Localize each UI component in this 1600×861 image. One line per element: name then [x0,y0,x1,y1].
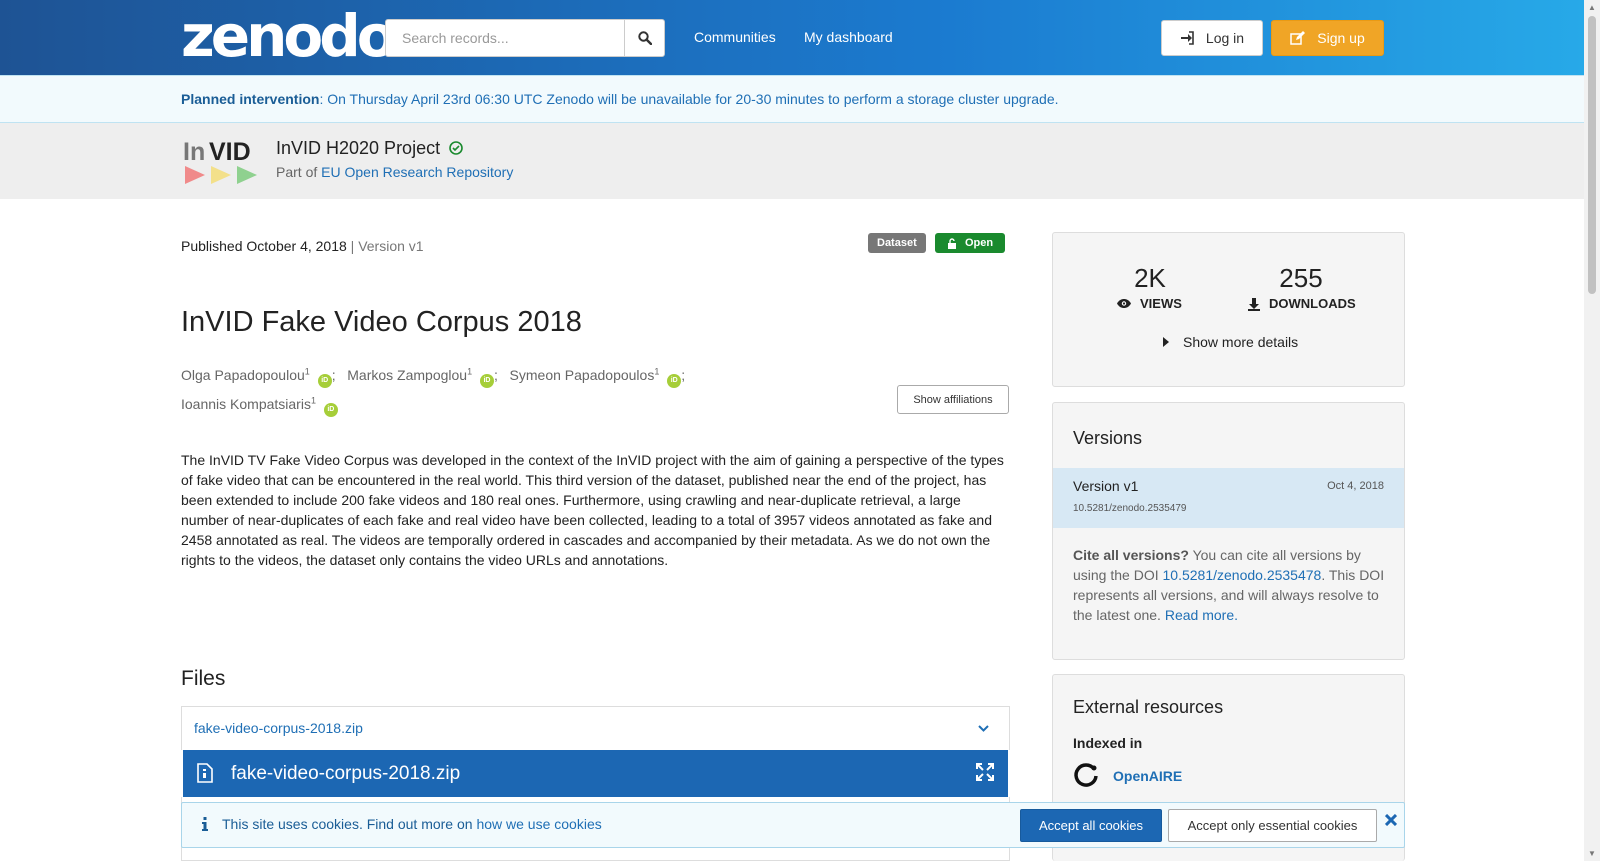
svg-text:In: In [183,138,205,166]
community-header: In VID InVID H2020 Project Part of EU Op… [0,123,1584,199]
concept-doi-link[interactable]: 10.5281/zenodo.2535478 [1163,567,1322,583]
parent-community-link[interactable]: EU Open Research Repository [321,164,513,180]
info-icon [202,817,208,831]
file-accordion[interactable]: fake-video-corpus-2018.zip [181,706,1010,750]
nav-communities[interactable]: Communities [694,29,776,45]
top-navbar: zenodo Search records... Communities My … [0,0,1584,75]
cookie-policy-link[interactable]: how we use cookies [476,816,601,832]
nav-my-dashboard[interactable]: My dashboard [804,29,893,45]
download-icon [1248,297,1260,311]
unlock-icon [948,237,956,249]
creator[interactable]: Olga Papadopoulou1 iD; [181,366,336,388]
indexed-in-label: Indexed in [1073,735,1143,751]
downloads-label: DOWNLOADS [1247,296,1356,311]
read-more-link[interactable]: Read more. [1165,607,1238,623]
versions-panel: Versions Version v1 Oct 4, 2018 10.5281/… [1052,402,1405,660]
record-description: The InVID TV Fake Video Corpus was devel… [181,452,1004,568]
views-label: VIEWS [1116,296,1182,311]
accept-all-cookies-button[interactable]: Accept all cookies [1020,809,1162,842]
stats-panel: 2K VIEWS 255 DOWNLOADS Show more details [1052,232,1405,387]
banner-title: Planned intervention [181,91,320,107]
preview-file-name: fake-video-corpus-2018.zip [231,763,461,784]
creator[interactable]: Ioannis Kompatsiaris1 iD [181,396,338,418]
scroll-thumb[interactable] [1588,16,1596,294]
views-count: 2K [1134,263,1166,293]
files-heading: Files [181,667,226,690]
record-title: InVID Fake Video Corpus 2018 [181,306,582,338]
downloads-count: 255 [1279,263,1323,293]
sign-in-icon [1180,31,1194,45]
creator[interactable]: Markos Zampoglou1 iD; [347,366,498,388]
openaire-icon [1074,763,1098,787]
version-doi: 10.5281/zenodo.2535479 [1073,503,1187,514]
search-input[interactable]: Search records... [385,19,625,57]
community-parent: Part of EU Open Research Repository [276,164,514,180]
login-label: Log in [1205,30,1245,46]
invid-logo[interactable]: In VID [183,136,263,188]
creator[interactable]: Symeon Papadopoulos1 iD; [510,366,685,388]
file-preview-header: fake-video-corpus-2018.zip [183,750,1008,797]
cite-all-versions: Cite all versions? You can cite all vers… [1073,547,1385,623]
openaire-link[interactable]: OpenAIRE [1073,763,1182,789]
chevron-down-icon[interactable] [978,707,989,749]
version-date: Oct 4, 2018 [1327,480,1384,492]
zenodo-logo[interactable]: zenodo [181,6,397,66]
versions-heading: Versions [1073,428,1143,448]
file-archive-icon [197,763,213,783]
access-badge: Open [935,233,1006,253]
orcid-icon[interactable]: iD [667,373,682,388]
show-more-details[interactable]: Show more details [1163,334,1298,350]
record-version: | Version v1 [350,238,424,254]
search-icon [637,31,652,45]
edit-icon [1290,30,1306,45]
signup-button[interactable]: Sign up [1271,20,1384,56]
expand-icon[interactable] [976,763,994,781]
banner-text: : On Thursday April 23rd 06:30 UTC Zenod… [319,91,1059,107]
orcid-icon[interactable]: iD [323,403,338,418]
accept-essential-cookies-button[interactable]: Accept only essential cookies [1168,809,1377,842]
svg-text:VID: VID [209,138,251,166]
verified-icon [449,141,463,155]
scroll-up-icon[interactable]: ▲ [1588,3,1596,12]
orcid-icon[interactable]: iD [317,373,332,388]
version-name: Version v1 [1073,478,1139,494]
cookie-message: This site uses cookies. Find out more on… [202,816,602,832]
signup-label: Sign up [1317,30,1365,46]
publication-date: Published October 4, 2018 | Version v1 [181,238,424,254]
community-title: InVID H2020 Project [276,138,463,159]
version-item[interactable]: Version v1 Oct 4, 2018 10.5281/zenodo.25… [1053,468,1404,528]
close-icon[interactable] [1384,813,1398,831]
page-scrollbar[interactable]: ▲ ▼ [1584,0,1600,861]
maintenance-banner: Planned intervention: On Thursday April … [0,75,1584,123]
show-affiliations-button[interactable]: Show affiliations [897,385,1009,414]
cookie-banner: This site uses cookies. Find out more on… [181,802,1405,848]
caret-right-icon [1163,337,1169,347]
scroll-down-icon[interactable]: ▼ [1588,849,1596,858]
creators-list: Olga Papadopoulou1 iD; Markos Zampoglou1… [181,358,741,418]
orcid-icon[interactable]: iD [479,373,494,388]
login-button[interactable]: Log in [1161,20,1263,56]
file-link[interactable]: fake-video-corpus-2018.zip [194,720,363,736]
search-button[interactable] [624,19,665,57]
external-resources-heading: External resources [1073,697,1224,717]
resource-type-badge: Dataset [868,233,926,253]
eye-icon [1117,299,1131,308]
